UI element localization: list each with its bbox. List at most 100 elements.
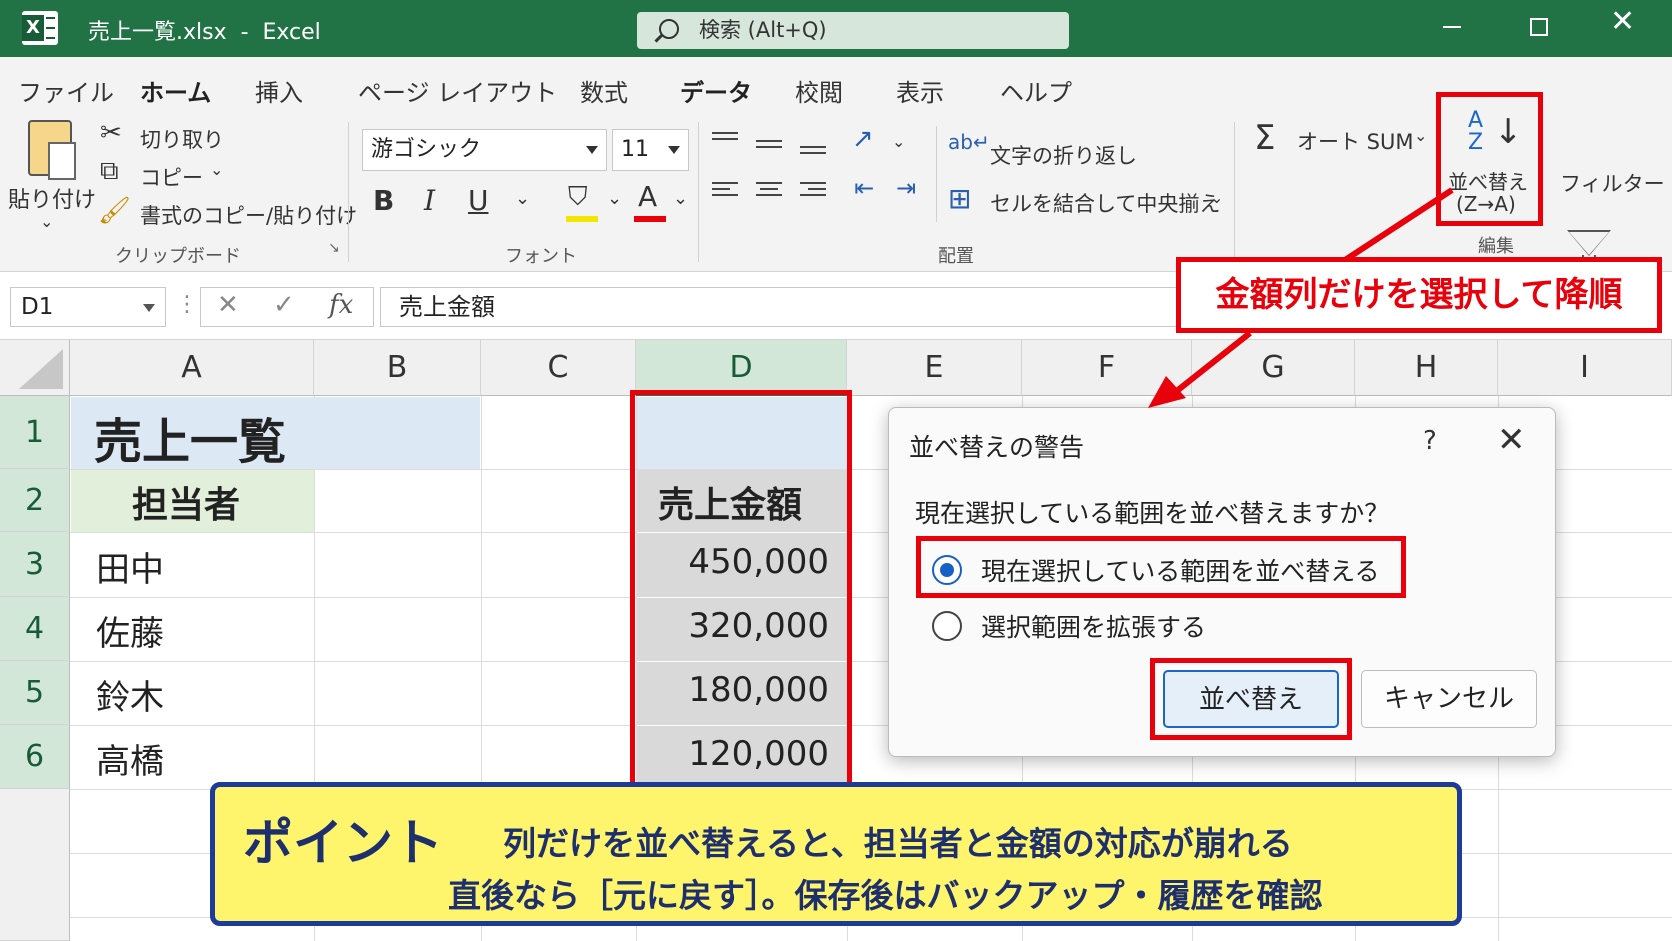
align-center-icon[interactable]	[756, 182, 782, 200]
maximize-button[interactable]	[1530, 18, 1548, 36]
autosum-dropdown-icon[interactable]: ⌄	[1414, 126, 1427, 145]
dialog-close-icon[interactable]: ✕	[1497, 420, 1526, 460]
column-header-e[interactable]: E	[847, 340, 1022, 396]
copy-dropdown-icon[interactable]: ⌄	[210, 160, 223, 179]
column-header-c[interactable]: C	[481, 340, 636, 396]
row-header-3[interactable]: 3	[0, 532, 70, 597]
orientation-dropdown-icon[interactable]: ⌄	[892, 132, 905, 151]
close-window-button[interactable]: ✕	[1610, 7, 1635, 37]
chevron-down-icon	[143, 304, 155, 312]
align-middle-icon[interactable]	[756, 140, 782, 158]
italic-button[interactable]: I	[424, 184, 435, 217]
scissors-icon: ✂	[100, 118, 122, 148]
align-right-icon[interactable]	[800, 182, 826, 200]
dialog-title: 並べ替えの警告	[909, 433, 1085, 462]
cell-a1-title[interactable]: 売上一覧	[94, 402, 286, 472]
point-note: ポイント 列だけを並べ替えると、担当者と金額の対応が崩れる 直後なら［元に戻す］…	[210, 782, 1462, 926]
column-header-g[interactable]: G	[1192, 340, 1355, 396]
increase-indent-icon[interactable]: ⇥	[896, 174, 916, 202]
paste-icon[interactable]	[28, 120, 76, 180]
row-header-6[interactable]: 6	[0, 725, 70, 789]
column-header-d[interactable]: D	[636, 340, 847, 396]
row-header-1[interactable]: 1	[0, 396, 70, 469]
font-name-select[interactable]: 游ゴシック	[362, 129, 607, 171]
align-left-icon[interactable]	[712, 182, 738, 200]
font-size-select[interactable]: 11	[612, 129, 689, 171]
row-header-5[interactable]: 5	[0, 661, 70, 725]
cell-a4[interactable]: 佐藤	[96, 606, 164, 655]
wrap-text-icon: ab↵	[948, 130, 990, 154]
font-color-swatch	[634, 216, 666, 222]
align-top-icon[interactable]	[712, 132, 738, 150]
minimize-button[interactable]	[1443, 26, 1461, 28]
copy-button[interactable]: コピー	[140, 162, 203, 192]
orientation-icon[interactable]: ↗	[852, 124, 874, 154]
fill-color-dropdown-icon[interactable]: ⌄	[607, 188, 622, 209]
ribbon-separator	[936, 126, 937, 222]
column-header-b[interactable]: B	[314, 340, 481, 396]
bold-button[interactable]: B	[373, 184, 394, 217]
dialog-launcher-icon[interactable]: ↘	[328, 240, 340, 256]
tab-data[interactable]: データ	[680, 73, 752, 118]
tab-insert[interactable]: 挿入	[255, 73, 303, 108]
cell-a3[interactable]: 田中	[96, 542, 164, 591]
tab-page-layout[interactable]: ページ レイアウト	[358, 73, 557, 108]
ribbon-separator	[698, 122, 699, 262]
help-icon[interactable]: ?	[1423, 426, 1437, 456]
align-bottom-icon[interactable]	[800, 146, 826, 164]
cell-a5[interactable]: 鈴木	[96, 670, 164, 719]
current-selection-option-highlight	[916, 536, 1406, 598]
underline-dropdown-icon[interactable]: ⌄	[515, 188, 530, 209]
tab-file[interactable]: ファイル	[18, 73, 114, 108]
window-title: 売上一覧.xlsx - Excel	[88, 20, 321, 45]
filter-button[interactable]: フィルター	[1560, 168, 1665, 198]
formula-buttons: ✕ ✓ fx	[200, 287, 374, 327]
radio-expand-selection[interactable]	[932, 611, 962, 641]
decrease-indent-icon[interactable]: ⇤	[854, 174, 874, 202]
row-header-4[interactable]: 4	[0, 597, 70, 661]
sort-button-highlight	[1436, 92, 1543, 226]
font-color-button[interactable]: A	[638, 180, 657, 213]
row-header-2[interactable]: 2	[0, 469, 70, 532]
column-header-f[interactable]: F	[1022, 340, 1192, 396]
tab-home[interactable]: ホーム	[140, 73, 212, 118]
cancel-icon[interactable]: ✕	[217, 290, 239, 320]
dialog-question: 現在選択している範囲を並べ替えますか？	[915, 499, 1390, 528]
alignment-group-label: 配置	[938, 246, 974, 267]
enter-icon[interactable]: ✓	[273, 290, 295, 320]
sort-button-highlight-box	[1150, 658, 1352, 740]
font-size-value: 11	[621, 137, 649, 162]
autosum-button[interactable]: オート SUM	[1297, 126, 1414, 156]
format-painter-button[interactable]: 書式のコピー/貼り付け	[140, 200, 357, 230]
format-painter-icon: 🖌	[98, 196, 132, 226]
paste-button[interactable]: 貼り付け	[8, 182, 96, 214]
tab-view[interactable]: 表示	[896, 73, 944, 108]
cell-a2-header[interactable]: 担当者	[132, 476, 240, 528]
cut-button[interactable]: 切り取り	[140, 124, 224, 154]
name-box[interactable]: D1	[10, 287, 166, 327]
font-color-dropdown-icon[interactable]: ⌄	[673, 188, 688, 209]
column-header-h[interactable]: H	[1355, 340, 1498, 396]
cell-a6[interactable]: 高橋	[96, 734, 164, 783]
column-header-a[interactable]: A	[70, 340, 314, 396]
tab-review[interactable]: 校閲	[795, 73, 843, 108]
formula-input[interactable]: 売上金額	[380, 287, 1190, 327]
fill-color-swatch	[566, 216, 598, 222]
column-header-i[interactable]: I	[1498, 340, 1672, 396]
insert-function-icon[interactable]: fx	[329, 290, 353, 320]
select-all-corner[interactable]	[0, 340, 70, 396]
option-expand-selection-label[interactable]: 選択範囲を拡張する	[981, 608, 1206, 644]
merge-center-button[interactable]: セルを結合して中央揃え	[990, 188, 1220, 218]
underline-button[interactable]: U	[468, 184, 489, 217]
tab-formulas[interactable]: 数式	[580, 73, 628, 108]
search-box[interactable]: 検索 (Alt+Q)	[637, 12, 1069, 49]
cancel-button[interactable]: キャンセル	[1361, 670, 1537, 728]
excel-logo-icon: X	[22, 11, 58, 45]
paste-dropdown-icon[interactable]: ⌄	[40, 212, 53, 231]
fill-color-icon[interactable]: ⛉	[568, 182, 588, 213]
column-d-highlight	[630, 390, 852, 790]
title-bar: X 売上一覧.xlsx - Excel 検索 (Alt+Q) ✕	[0, 0, 1672, 57]
merge-dropdown-icon[interactable]: ⌄	[1210, 188, 1223, 207]
tab-help[interactable]: ヘルプ	[1000, 73, 1072, 108]
wrap-text-button[interactable]: 文字の折り返し	[990, 140, 1137, 170]
